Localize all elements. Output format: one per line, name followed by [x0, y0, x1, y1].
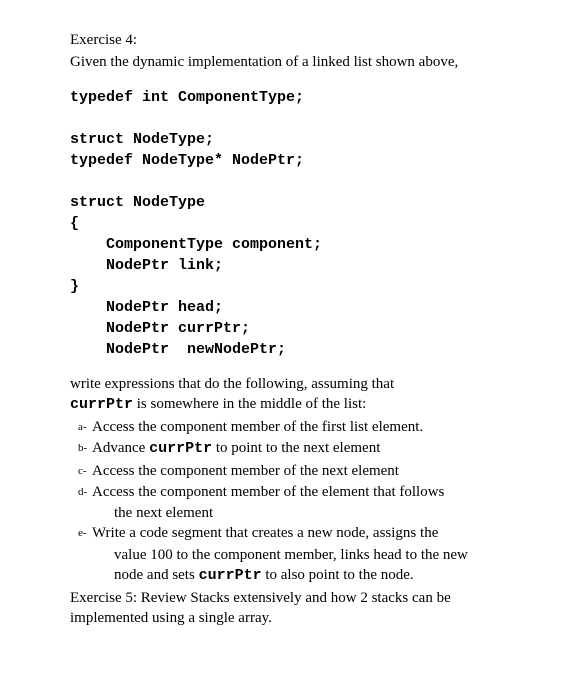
instruction-pre: write expressions that do the following,… [70, 376, 394, 392]
item-marker: a- [78, 417, 92, 435]
instruction-code: currPtr [70, 396, 133, 413]
instruction-post: is somewhere in the middle of the list: [133, 396, 366, 412]
list-item: d- Access the component member of the el… [78, 482, 520, 502]
code-line: struct NodeType [70, 194, 205, 211]
item-post: to also point to the node. [262, 567, 414, 583]
code-line: NodePtr head; [70, 299, 223, 316]
item-marker: c- [78, 461, 92, 479]
item-marker: e- [78, 523, 92, 541]
code-line: typedef int ComponentType; [70, 89, 304, 106]
exercise-4-intro: Given the dynamic implementation of a li… [70, 52, 520, 72]
list-item: e- Write a code segment that creates a n… [78, 523, 520, 543]
code-line: { [70, 215, 79, 232]
exercise-4-list: a- Access the component member of the fi… [78, 417, 520, 586]
item-pre: node and sets [114, 567, 199, 583]
code-line: NodePtr currPtr; [70, 320, 250, 337]
item-marker: d- [78, 482, 92, 500]
item-continuation: value 100 to the component member, links… [114, 545, 520, 565]
code-line: NodePtr newNodePtr; [70, 341, 286, 358]
item-marker: b- [78, 438, 92, 456]
exercise-5: Exercise 5: Review Stacks extensively an… [70, 588, 520, 629]
item-text: Access the component member of the first… [92, 417, 520, 437]
code-line: typedef NodeType* NodePtr; [70, 152, 304, 169]
exercise-4-title: Exercise 4: [70, 30, 520, 50]
item-post: to point to the next element [212, 440, 380, 456]
item-continuation: node and sets currPtr to also point to t… [114, 565, 520, 586]
code-line: struct NodeType; [70, 131, 214, 148]
code-line: ComponentType component; [70, 236, 322, 253]
code-line: } [70, 278, 79, 295]
item-continuation: the next element [114, 503, 520, 523]
list-item: b- Advance currPtr to point to the next … [78, 438, 520, 459]
exercise-5-line: Exercise 5: Review Stacks extensively an… [70, 588, 520, 608]
exercise-5-line: implemented using a single array. [70, 608, 520, 628]
item-text: Access the component member of the eleme… [92, 482, 520, 502]
item-pre: Advance [92, 440, 149, 456]
code-line: NodePtr link; [70, 257, 223, 274]
list-item: c- Access the component member of the ne… [78, 461, 520, 481]
instruction: write expressions that do the following,… [70, 374, 520, 416]
item-text: Write a code segment that creates a new … [92, 523, 520, 543]
item-code: currPtr [199, 567, 262, 584]
item-text: Advance currPtr to point to the next ele… [92, 438, 520, 459]
list-item: a- Access the component member of the fi… [78, 417, 520, 437]
item-text: Access the component member of the next … [92, 461, 520, 481]
code-block: typedef int ComponentType; struct NodeTy… [70, 87, 520, 360]
item-code: currPtr [149, 440, 212, 457]
